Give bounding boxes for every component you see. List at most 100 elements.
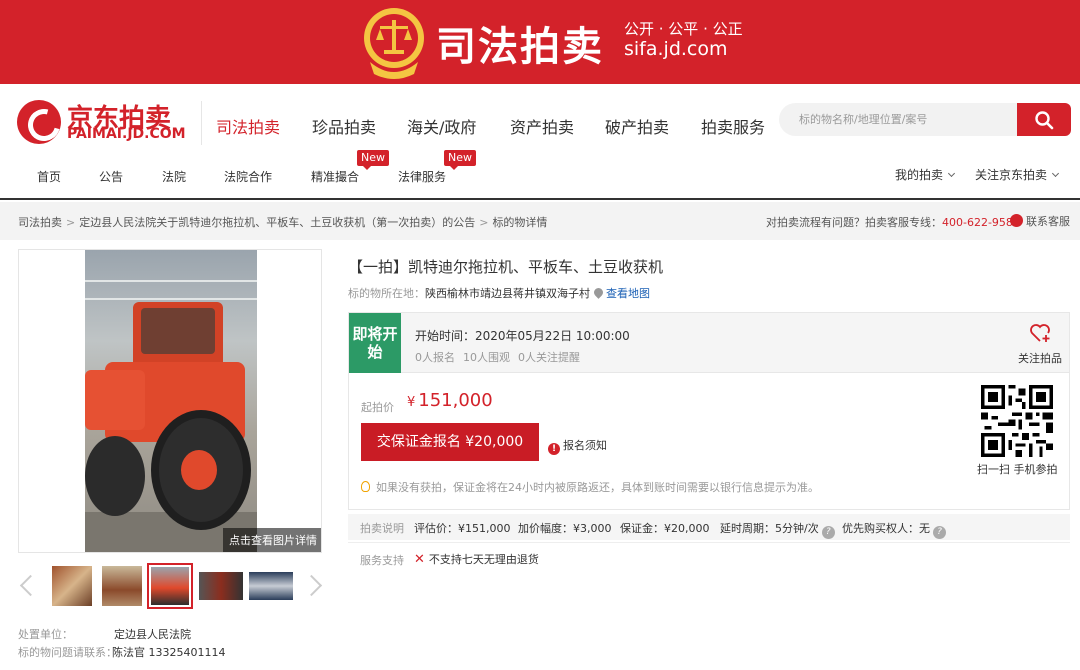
court-emblem-icon — [364, 8, 424, 79]
delay-period-text: 延时周期：5分钟/次 — [720, 522, 819, 535]
breadcrumb-sep: > — [479, 216, 489, 229]
currency-symbol: ¥ — [407, 395, 416, 410]
help-icon[interactable]: ? — [821, 526, 835, 539]
contact-value: 陈法官 13325401114 — [112, 646, 226, 659]
item-title: 【一拍】凯特迪尔拖拉机、平板车、土豆收获机 — [348, 258, 664, 276]
nav-item-customs-gov[interactable]: 海关/政府 — [407, 114, 476, 138]
contact-label: 标的物问题请联系： — [18, 646, 117, 659]
thumbnail-4[interactable] — [199, 572, 243, 600]
lightbulb-icon — [361, 481, 370, 492]
qr-code — [981, 385, 1053, 457]
view-map-link[interactable]: 查看地图 — [606, 287, 650, 300]
subnav-announcements[interactable]: 公告 — [99, 168, 123, 185]
banner-slogan: 公开 · 公平 · 公正 — [624, 20, 743, 38]
auction-panel: 即将开始 开始时间：2020年05月22日 10:00:00 0人报名 10人围观… — [348, 312, 1070, 510]
thumbnail-2[interactable] — [102, 566, 142, 606]
appraisal-price: 评估价：¥151,000 — [414, 522, 511, 535]
new-badge: New — [357, 150, 389, 170]
breadcrumb-sep: > — [66, 216, 76, 229]
breadcrumb-item-announcement[interactable]: 定边县人民法院关于凯特迪尔拖拉机、平板车、土豆收获机（第一次拍卖）的公告 — [79, 216, 475, 229]
nav-divider — [201, 101, 202, 145]
priority-buyer-text: 优先购买权人：无 — [842, 522, 930, 535]
subnav-courts[interactable]: 法院 — [162, 168, 186, 185]
divider — [348, 542, 1070, 543]
customer-service-icon — [1010, 214, 1023, 227]
subnav-precise-match[interactable]: 精准撮合 — [311, 168, 359, 185]
roof-beam — [85, 280, 257, 282]
thumbnail-3[interactable] — [147, 563, 193, 609]
wheel-hub — [181, 450, 217, 490]
nav-item-bankruptcy[interactable]: 破产拍卖 — [605, 114, 669, 138]
follow-jd-menu[interactable]: 关注京东拍卖 — [975, 166, 1060, 183]
service-value-text: 不支持七天无理由退货 — [428, 553, 539, 566]
thumbnail-5[interactable] — [249, 572, 293, 600]
owner-label: 处置单位： — [18, 628, 73, 641]
tractor-window — [141, 308, 215, 354]
follow-jd-label: 关注京东拍卖 — [975, 168, 1048, 182]
follow-item-button[interactable]: 关注拍品 — [1015, 323, 1065, 366]
auction-stats: 0人报名 10人围观 0人关注提醒 — [415, 349, 588, 365]
reminder-count: 0人关注提醒 — [518, 351, 580, 364]
my-auction-menu[interactable]: 我的拍卖 — [895, 166, 956, 183]
subnav-court-coop[interactable]: 法院合作 — [224, 168, 272, 185]
thumbnail-1[interactable] — [52, 566, 92, 606]
auction-info-row: 拍卖说明 评估价：¥151,000 加价幅度：¥3,000 保证金：¥20,00… — [348, 514, 1070, 540]
hotline-text: 对拍卖流程有问题？拍卖客服专线： — [766, 216, 942, 229]
search-input[interactable] — [779, 103, 1019, 136]
view-image-details-button[interactable]: 点击查看图片详情 — [223, 528, 321, 552]
bid-increment: 加价幅度：¥3,000 — [518, 522, 612, 535]
jd-logo-icon — [17, 100, 61, 144]
nav-item-treasures[interactable]: 珍品拍卖 — [312, 114, 376, 138]
chevron-down-icon — [1051, 169, 1060, 178]
nav-item-services[interactable]: 拍卖服务 — [701, 114, 765, 138]
owner-value[interactable]: 定边县人民法院 — [114, 626, 191, 642]
priority-buyer: 优先购买权人：无? — [842, 520, 946, 539]
pay-deposit-register-button[interactable]: 交保证金报名 ¥20,000 — [361, 423, 539, 461]
start-price: ¥151,000 — [407, 390, 493, 411]
banner-site: sifa.jd.com — [624, 38, 728, 60]
search-box — [779, 103, 1071, 136]
nav-item-judicial[interactable]: 司法拍卖 — [216, 114, 280, 138]
info-label: 拍卖说明 — [360, 522, 404, 535]
registration-notice-link[interactable]: ! 报名须知 — [548, 437, 607, 455]
roof-beam — [85, 298, 257, 300]
hotline: 对拍卖流程有问题？拍卖客服专线：400-622-9586 — [766, 214, 1020, 230]
deposit-amount: 保证金：¥20,000 — [620, 522, 710, 535]
help-icon[interactable]: ? — [933, 526, 946, 539]
my-auction-label: 我的拍卖 — [895, 168, 944, 182]
follow-item-label: 关注拍品 — [1018, 352, 1062, 365]
logo-en: PAIMAI.JD.COM — [67, 126, 186, 142]
contact-service-label: 联系客服 — [1026, 215, 1070, 228]
status-badge: 即将开始 — [349, 313, 401, 373]
signup-count: 0人报名 — [415, 351, 455, 364]
heart-plus-icon — [1030, 324, 1050, 342]
hotline-number: 400-622-9586 — [942, 216, 1020, 229]
item-location: 标的物所在地：陕西榆林市靖边县蒋井镇双海子村 查看地图 — [348, 285, 650, 301]
delay-period: 延时周期：5分钟/次? — [720, 520, 835, 539]
map-pin-icon — [592, 286, 605, 299]
start-time: 开始时间：2020年05月22日 10:00:00 — [415, 329, 630, 343]
subnav-legal-services[interactable]: 法律服务 — [398, 168, 446, 185]
alert-icon: ! — [548, 443, 560, 455]
tractor-photo — [85, 250, 257, 552]
breadcrumb-item-judicial[interactable]: 司法拍卖 — [18, 216, 62, 229]
contact-service-link[interactable]: 联系客服 — [1010, 213, 1070, 229]
location-label: 标的物所在地： — [348, 287, 425, 300]
thumb-prev-arrow-icon[interactable] — [20, 575, 34, 597]
nav-item-assets[interactable]: 资产拍卖 — [510, 114, 574, 138]
search-button[interactable] — [1017, 103, 1071, 136]
top-banner: 司法拍卖 公开 · 公平 · 公正 sifa.jd.com — [0, 0, 1080, 84]
subnav-home[interactable]: 首页 — [37, 168, 61, 185]
qr-label: 扫一扫 手机参拍 — [977, 463, 1058, 476]
location-value: 陕西榆林市靖边县蒋井镇双海子村 — [425, 287, 590, 300]
service-label: 服务支持 — [360, 554, 404, 567]
start-price-label: 起拍价 — [361, 401, 394, 414]
service-value: ✕ 不支持七天无理由退货 — [414, 551, 539, 567]
tractor-hood — [85, 370, 145, 430]
close-x-icon: ✕ — [414, 552, 425, 567]
chevron-down-icon — [947, 169, 956, 178]
new-badge: New — [444, 150, 476, 170]
banner-title: 司法拍卖 — [436, 23, 604, 70]
main-product-image[interactable]: 点击查看图片详情 — [18, 249, 322, 553]
thumb-next-arrow-icon[interactable] — [310, 575, 324, 597]
